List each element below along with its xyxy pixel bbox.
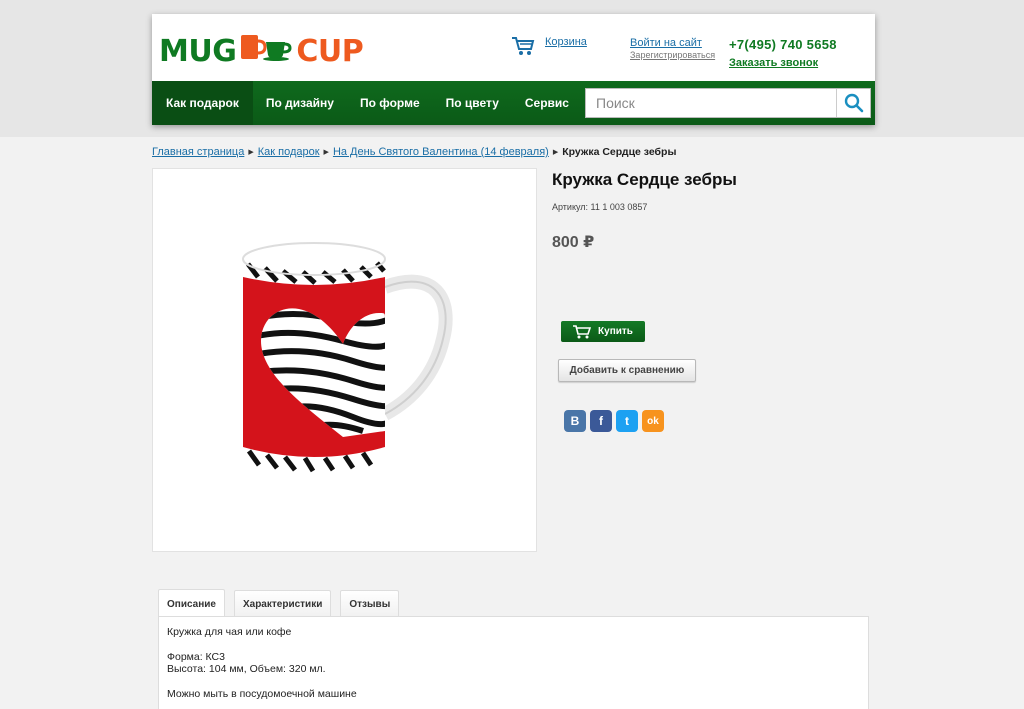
- product-tabs: Описание Характеристики Отзывы: [158, 589, 408, 618]
- nav-item-service[interactable]: Сервис: [512, 81, 582, 125]
- breadcrumb-separator-icon: ▶: [552, 149, 559, 156]
- callback-link[interactable]: Заказать звонок: [729, 57, 837, 69]
- breadcrumb-valentine[interactable]: На День Святого Валентина (14 февраля): [333, 146, 549, 158]
- product-price: 800 ₽: [552, 234, 595, 251]
- nav-item-gift[interactable]: Как подарок: [152, 81, 253, 125]
- facebook-icon[interactable]: f: [590, 410, 612, 432]
- twitter-icon[interactable]: t: [616, 410, 638, 432]
- nav-item-design[interactable]: По дизайну: [253, 81, 347, 125]
- compare-label: Добавить к сравнению: [569, 365, 685, 376]
- breadcrumb-current: Кружка Сердце зебры: [562, 146, 677, 158]
- tab-reviews[interactable]: Отзывы: [340, 590, 400, 618]
- logo-text-right: CUP: [296, 33, 364, 69]
- breadcrumb-separator-icon: ▶: [248, 149, 254, 156]
- search-button[interactable]: [836, 89, 870, 117]
- login-link[interactable]: Войти на сайт: [630, 37, 715, 49]
- main-nav: Как подарок По дизайну По форме По цвету…: [152, 81, 875, 125]
- product-title: Кружка Сердце зебры: [552, 170, 737, 189]
- search-box: [585, 88, 871, 118]
- phone-block: +7(495) 740 5658 Заказать звонок: [729, 37, 837, 69]
- search-input[interactable]: [586, 89, 836, 117]
- description-line: Высота: 104 мм, Объем: 320 мл.: [167, 663, 326, 675]
- product-image[interactable]: [152, 168, 537, 552]
- site-logo[interactable]: MUG CUP: [159, 32, 364, 70]
- nav-item-shape[interactable]: По форме: [347, 81, 433, 125]
- phone-number: +7(495) 740 5658: [729, 37, 837, 52]
- product-sku: Артикул: 11 1 003 0857: [552, 202, 648, 212]
- cart-icon: [512, 37, 535, 55]
- mug-illustration: [242, 242, 453, 473]
- cart-link[interactable]: Корзина: [511, 36, 587, 56]
- social-share: B f t ok: [564, 410, 668, 432]
- cart-label[interactable]: Корзина: [545, 36, 587, 48]
- logo-cups-icon: [240, 32, 292, 70]
- tab-specs[interactable]: Характеристики: [233, 590, 332, 618]
- buy-label: Купить: [598, 326, 633, 337]
- register-link[interactable]: Зарегистрироваться: [630, 50, 715, 60]
- breadcrumb-separator-icon: ▶: [323, 149, 329, 156]
- vk-icon[interactable]: B: [564, 410, 586, 432]
- tab-description[interactable]: Описание: [158, 589, 225, 618]
- breadcrumb-home[interactable]: Главная страница: [152, 146, 244, 158]
- odnoklassniki-icon[interactable]: ok: [642, 410, 664, 432]
- cart-icon: [573, 324, 592, 338]
- description-line: Можно мыть в посудомоечной машине: [167, 687, 357, 700]
- add-to-compare-button[interactable]: Добавить к сравнению: [558, 359, 696, 382]
- tab-description-content: Кружка для чая или кофе Форма: КС3 Высот…: [158, 616, 869, 709]
- description-line: Форма: КС3: [167, 650, 225, 663]
- search-icon: [844, 93, 863, 113]
- login-block: Войти на сайт Зарегистрироваться: [630, 37, 715, 60]
- breadcrumb: Главная страница ▶ Как подарок ▶ На День…: [152, 146, 676, 158]
- breadcrumb-gift[interactable]: Как подарок: [258, 146, 320, 158]
- description-line: Кружка для чая или кофе: [167, 626, 292, 638]
- nav-item-color[interactable]: По цвету: [433, 81, 512, 125]
- site-header: MUG CUP Корзина Войти на сайт Зарегистри…: [152, 14, 875, 125]
- buy-button[interactable]: Купить: [561, 321, 645, 342]
- logo-text-left: MUG: [159, 33, 237, 69]
